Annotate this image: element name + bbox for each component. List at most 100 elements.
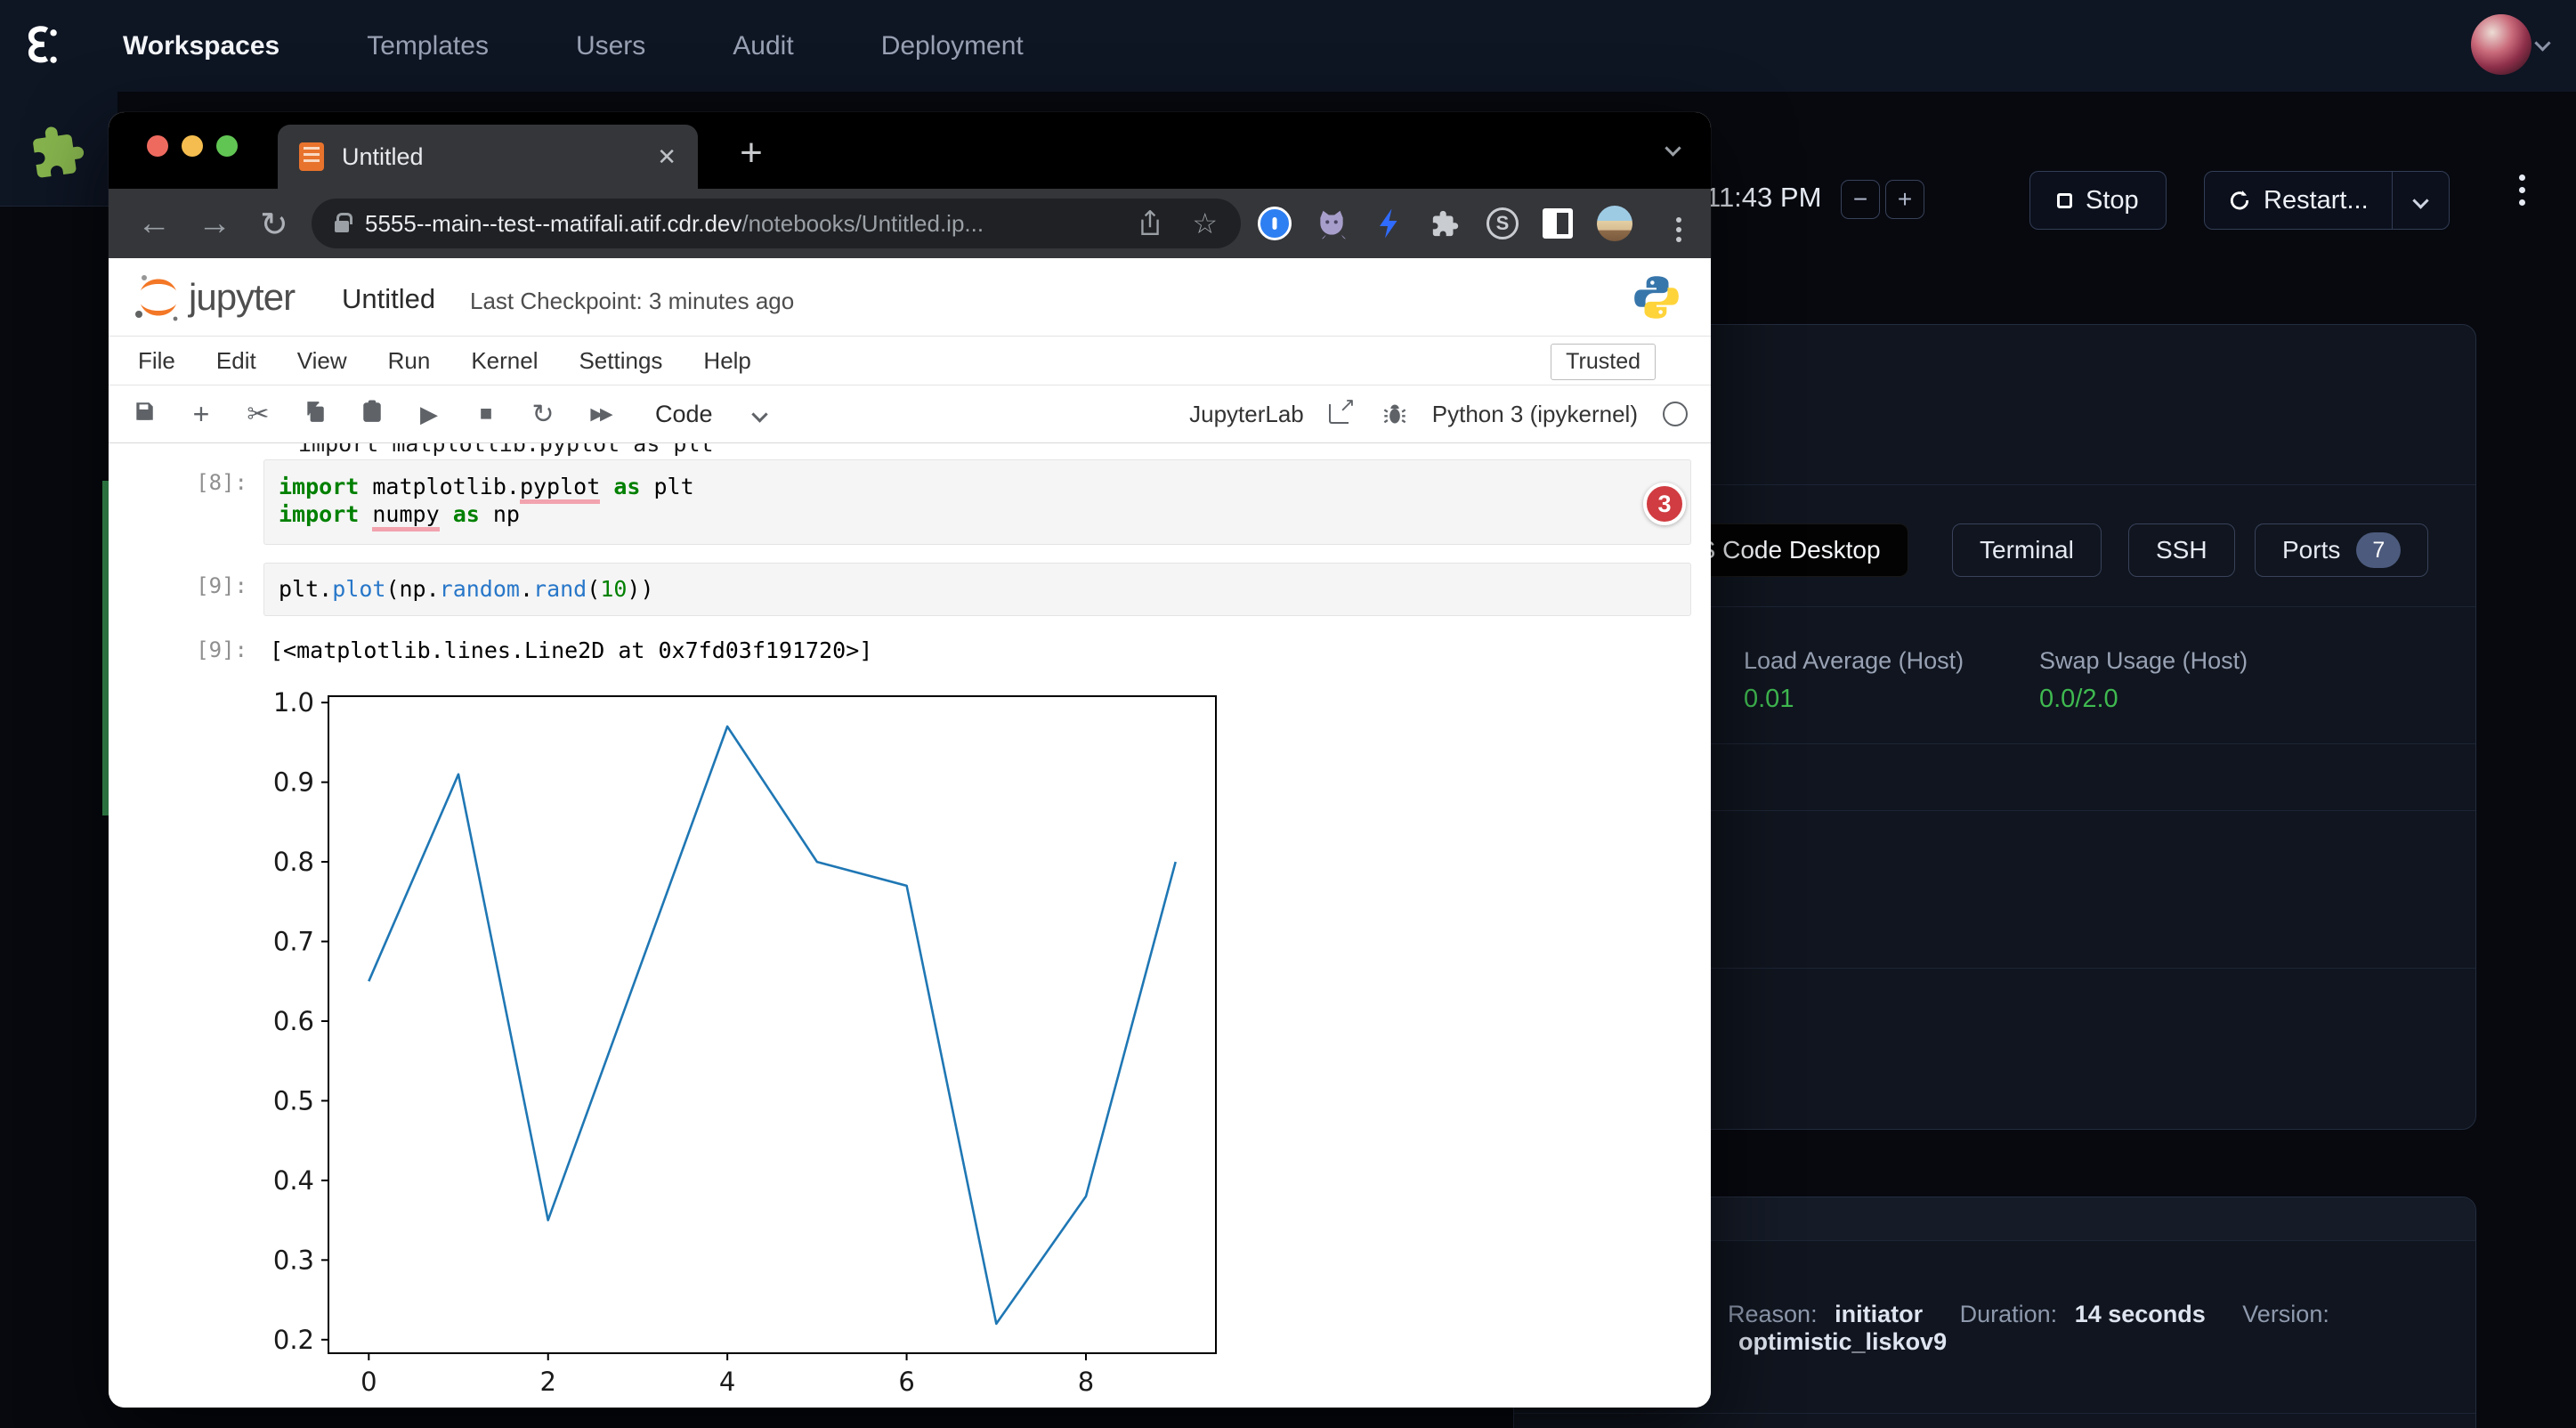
menu-run[interactable]: Run [388,347,431,375]
browser-tab[interactable]: Untitled ✕ [278,125,698,189]
ports-button[interactable]: Ports 7 [2255,523,2428,577]
onepassword-extension-icon[interactable] [1257,206,1292,241]
matplotlib-figure: 0.20.30.40.50.60.70.80.91.002468 [303,688,1246,1400]
energy-saver-extension-icon[interactable]: S [1485,206,1520,241]
window-minimize-button[interactable] [182,135,203,157]
load-average-stat: Load Average (Host) 0.01 [1744,647,1964,714]
menu-file[interactable]: File [138,347,175,375]
run-cell-button[interactable]: ▶ [415,401,443,428]
browser-profile-avatar[interactable] [1597,206,1632,241]
svg-text:0.6: 0.6 [273,1006,314,1036]
duration-label: Duration: [1960,1301,2058,1327]
github-cat-extension-icon[interactable] [1314,206,1349,241]
menu-settings[interactable]: Settings [579,347,662,375]
open-jupyterlab-link[interactable]: JupyterLab [1189,401,1304,428]
screen: Workspaces Templates Users Audit Deploym… [0,0,2576,1428]
stop-button-label: Stop [2086,186,2139,215]
menu-help[interactable]: Help [703,347,750,375]
window-close-button[interactable] [147,135,168,157]
user-menu-chevron-icon[interactable] [2537,37,2548,53]
add-cell-button[interactable]: + [187,398,215,431]
coder-logo-icon[interactable] [21,23,61,69]
terminal-label: Terminal [1980,536,2074,564]
schedule-decrease-button[interactable]: − [1841,180,1880,219]
ports-label: Ports [2282,536,2340,564]
swap-usage-value: 0.0/2.0 [2039,685,2248,714]
bookmark-star-icon[interactable]: ☆ [1192,207,1218,240]
nav-item-workspaces[interactable]: Workspaces [123,31,279,61]
browser-toolbar: ← → ↻ 5555--main--test--matifali.atif.cd… [109,189,1711,258]
window-zoom-button[interactable] [216,135,238,157]
cell-8-input[interactable]: import matplotlib.pyplot as plt import n… [263,459,1691,545]
svg-text:0.4: 0.4 [273,1165,314,1196]
share-icon[interactable] [1138,210,1162,237]
workspace-schedule-time: 11:43 PM [1705,182,1821,214]
jupyter-menubar: File Edit View Run Kernel Settings Help … [109,337,1711,385]
tab-title: Untitled [342,143,657,171]
cut-cells-button[interactable]: ✂ [244,399,272,430]
svg-text:0.5: 0.5 [273,1085,314,1116]
reason-label: Reason: [1728,1301,1818,1327]
new-tab-button[interactable]: + [726,128,776,178]
reload-button[interactable]: ↻ [260,205,288,245]
figure-svg: 0.20.30.40.50.60.70.80.91.002468 [303,688,1246,1400]
svg-text:4: 4 [719,1367,735,1397]
workspace-kebab-menu[interactable] [2519,174,2525,206]
schedule-increase-button[interactable]: + [1885,180,1924,219]
tab-close-icon[interactable]: ✕ [657,143,676,171]
paste-cells-button[interactable] [358,400,386,429]
darkmode-extension-icon[interactable] [1540,206,1576,241]
debugger-bug-icon[interactable] [1382,402,1407,426]
version-value: optimistic_liskov9 [1738,1328,1947,1355]
menu-view[interactable]: View [297,347,347,375]
cell-type-select[interactable]: Code [655,401,766,428]
trusted-button[interactable]: Trusted [1551,344,1656,380]
build-meta-row: Reason: initiator Duration: 14 seconds V… [1728,1301,2475,1356]
nav-item-users[interactable]: Users [576,31,645,61]
run-all-button[interactable]: ▶▶ [586,404,614,425]
menu-edit[interactable]: Edit [216,347,256,375]
notification-count-badge[interactable]: 3 [1643,483,1686,525]
restart-button-main[interactable]: Restart... [2205,172,2392,229]
terminal-button[interactable]: Terminal [1952,523,2102,577]
restart-button-label: Restart... [2264,186,2369,215]
workspace-app-puzzle-icon[interactable] [21,117,96,184]
cell-9-output-prompt: [9]: [150,637,247,662]
menu-kernel[interactable]: Kernel [471,347,538,375]
load-average-label: Load Average (Host) [1744,647,1964,675]
cell-9-output-text: [<matplotlib.lines.Line2D at 0x7fd03f191… [270,637,872,663]
svg-text:0.8: 0.8 [273,847,314,877]
address-bar[interactable]: 5555--main--test--matifali.atif.cdr.dev … [312,199,1241,248]
browser-menu-kebab[interactable] [1661,212,1697,247]
notebook-title[interactable]: Untitled [342,283,435,315]
lock-icon[interactable] [335,221,349,232]
reason-value: initiator [1835,1301,1923,1327]
tab-search-chevron-icon[interactable] [1667,142,1679,158]
nav-item-deployment[interactable]: Deployment [881,31,1024,61]
external-link-icon[interactable] [1329,404,1349,424]
forward-button[interactable]: → [198,205,231,243]
kernel-name[interactable]: Python 3 (ipykernel) [1432,401,1638,428]
version-label: Version: [2242,1301,2329,1327]
restart-icon [2228,189,2251,212]
jupyter-header: jupyter Untitled Last Checkpoint: 3 minu… [109,258,1711,337]
cell-8-prompt: [8]: [150,470,247,495]
nav-item-templates[interactable]: Templates [367,31,489,61]
restart-kernel-button[interactable]: ↻ [529,399,557,430]
nav-item-audit[interactable]: Audit [733,31,793,61]
stop-workspace-button[interactable]: Stop [2029,171,2167,230]
user-avatar[interactable] [2471,14,2531,75]
ssh-button[interactable]: SSH [2128,523,2235,577]
back-button[interactable]: ← [137,205,171,243]
save-button[interactable] [130,400,158,429]
lightning-extension-icon[interactable] [1373,206,1408,241]
cell-9-input[interactable]: plt.plot(np.random.rand(10)) [263,563,1691,616]
copy-cells-button[interactable] [301,400,329,429]
interrupt-kernel-button[interactable]: ■ [472,402,500,426]
restart-options-chevron[interactable] [2392,172,2449,229]
browser-tab-strip: Untitled ✕ + [109,112,1711,189]
checkpoint-status: Last Checkpoint: 3 minutes ago [470,288,794,315]
clipped-cell-above: import matplotlib.pyplot as plt [298,443,714,458]
extensions-puzzle-icon[interactable] [1428,206,1463,241]
coder-top-nav: Workspaces Templates Users Audit Deploym… [0,0,2576,92]
